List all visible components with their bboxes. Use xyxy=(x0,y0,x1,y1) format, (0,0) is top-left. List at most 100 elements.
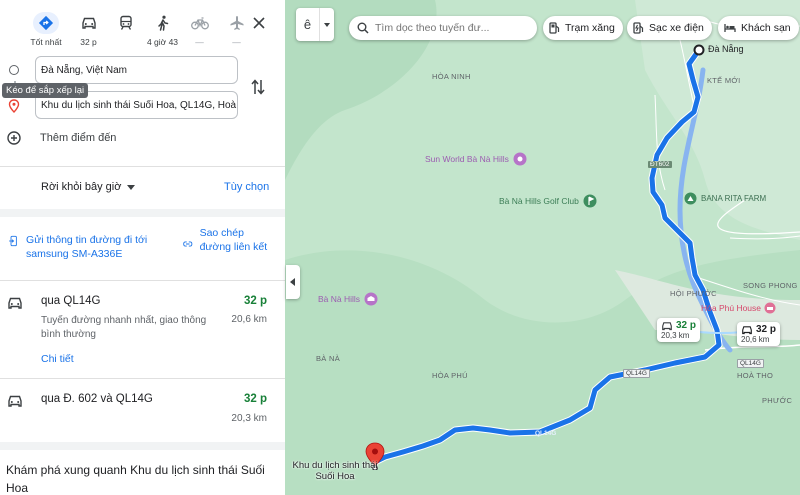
poi-label: Sun World Bà Nà Hills xyxy=(425,154,509,164)
poi-golf[interactable]: Bà Nà Hills Golf Club xyxy=(499,194,597,208)
map-label: HÒA NINH xyxy=(432,72,471,81)
swap-icon[interactable] xyxy=(250,78,266,96)
car-icon xyxy=(70,12,107,34)
callout-distance: 20,3 km xyxy=(661,331,690,340)
walk-icon xyxy=(144,12,181,34)
mode-label: — xyxy=(232,37,241,47)
route-search-box[interactable] xyxy=(349,16,537,40)
route-search-input[interactable] xyxy=(375,22,525,34)
map-label: HỘI PHƯỚC xyxy=(670,289,717,298)
road-badge: ĐT602 xyxy=(648,161,672,168)
layer-control[interactable]: ê xyxy=(296,8,334,41)
divider xyxy=(0,166,285,167)
drag-tooltip: Kéo để sắp xếp lại xyxy=(2,83,89,98)
car-icon xyxy=(662,321,672,330)
send-to-phone-label: Gửi thông tin đường đi tới samsung SM-A3… xyxy=(26,234,148,260)
map-terrain xyxy=(285,0,800,495)
attraction-icon xyxy=(513,152,527,166)
options-button[interactable]: Tùy chọn xyxy=(224,181,269,193)
add-circle-icon xyxy=(7,131,21,145)
caret-down-icon xyxy=(320,8,334,41)
directions-panel: Tốt nhất 32 p 4 giờ 43 — — Đà Nẵng, Việt… xyxy=(0,0,285,495)
layer-label: ê xyxy=(296,8,320,41)
route-name: qua Đ. 602 và QL14G xyxy=(41,393,153,405)
close-icon[interactable] xyxy=(250,14,268,32)
chip-label: Sạc xe điện xyxy=(649,22,704,34)
explore-nearby-heading: Khám phá xung quanh Khu du lịch sinh thá… xyxy=(6,463,265,495)
chip-label: Trạm xăng xyxy=(565,22,615,34)
poi-label: Bà Nà Hills Golf Club xyxy=(499,196,579,206)
map-label: HÒA PHÚ xyxy=(432,371,468,380)
poi-banahills[interactable]: Bà Nà Hills xyxy=(318,292,378,306)
road-badge: QL14G xyxy=(623,369,650,378)
car-icon xyxy=(742,325,752,334)
chevron-left-icon xyxy=(290,278,295,286)
origin-map-label: Đà Nẵng xyxy=(708,44,744,54)
mode-best[interactable]: Tốt nhất xyxy=(22,12,70,48)
hotel-icon xyxy=(724,23,736,33)
route-callout-alt[interactable]: 32 p 20,3 km xyxy=(657,318,701,342)
mode-bike[interactable]: — xyxy=(181,12,218,48)
route-description: Tuyến đường nhanh nhất, giao thông bình … xyxy=(41,315,207,340)
poi-sunworld[interactable]: Sun World Bà Nà Hills xyxy=(425,152,527,166)
mode-label xyxy=(107,37,144,48)
caret-down-icon xyxy=(127,184,136,190)
route-option-1[interactable]: qua QL14G 32 p Tuyến đường nhanh nhất, g… xyxy=(0,281,285,377)
mode-label: Tốt nhất xyxy=(30,37,62,47)
transit-icon xyxy=(107,12,144,34)
section-divider xyxy=(0,209,285,217)
bike-icon xyxy=(181,12,218,34)
route-name: qua QL14G xyxy=(41,295,101,307)
mode-label: 4 giờ 43 xyxy=(146,37,179,47)
road-badge: QL14G xyxy=(535,430,557,437)
route-distance: 20,3 km xyxy=(231,413,267,424)
route-callout-main[interactable]: 32 p 20,6 km xyxy=(737,322,781,346)
add-destination-label: Thêm điểm đến xyxy=(40,132,117,144)
travel-mode-bar: Tốt nhất 32 p 4 giờ 43 — — xyxy=(22,12,255,48)
origin-marker-icon xyxy=(693,44,705,56)
depart-time-dropdown[interactable]: Rời khỏi bây giờ xyxy=(41,181,136,193)
destination-map-label: Khu du lịch sinh thái Suối Hoa xyxy=(292,460,378,482)
map-label: PHƯỚC xyxy=(762,396,793,405)
poi-label: BANA RITA FARM xyxy=(701,194,767,203)
map-canvas[interactable]: HÒA NINH BÀ NÀ HÒA PHÚ HOÀ THO PHƯỚC SON… xyxy=(285,0,800,495)
car-icon xyxy=(8,297,22,309)
origin-dot-icon xyxy=(9,65,19,75)
route-duration: 32 p xyxy=(243,295,267,307)
gas-station-icon xyxy=(549,22,560,34)
hotel-icon xyxy=(764,302,776,314)
mode-label: — xyxy=(195,37,204,47)
origin-input[interactable]: Đà Nẵng, Việt Nam xyxy=(35,56,238,84)
send-to-phone-button[interactable]: Gửi thông tin đường đi tới samsung SM-A3… xyxy=(9,233,174,261)
map-label: KTẾ MỚI xyxy=(707,76,741,85)
link-icon xyxy=(183,241,193,247)
poi-hoaphu-house[interactable]: Hòa Phú House xyxy=(701,302,776,314)
callout-duration: 32 p xyxy=(756,324,777,335)
route-duration: 32 p xyxy=(243,393,267,405)
depart-label: Rời khỏi bây giờ xyxy=(41,181,122,193)
callout-duration: 32 p xyxy=(676,320,697,331)
chip-ev-charging[interactable]: Sạc xe điện xyxy=(627,16,712,40)
poi-rita[interactable]: BANA RITA FARM xyxy=(684,192,766,205)
farm-icon xyxy=(684,192,697,205)
mode-walk[interactable]: 4 giờ 43 xyxy=(144,12,181,48)
map-label: SONG PHONG xyxy=(743,281,798,290)
directions-icon xyxy=(33,12,59,34)
poi-label: Hòa Phú House xyxy=(701,303,762,313)
copy-link-label: Sao chép đường liên kết xyxy=(199,227,268,253)
copy-link-button[interactable]: Sao chép đường liên kết xyxy=(183,226,278,254)
chip-label: Khách sạn xyxy=(741,22,791,34)
mode-transit[interactable] xyxy=(107,12,144,48)
route-details-link[interactable]: Chi tiết xyxy=(41,353,74,365)
route-distance: 20,6 km xyxy=(231,314,267,325)
collapse-panel-button[interactable] xyxy=(286,265,300,299)
chip-gas-station[interactable]: Trạm xăng xyxy=(543,16,623,40)
route-option-2[interactable]: qua Đ. 602 và QL14G 32 p 20,3 km xyxy=(0,379,285,439)
car-icon xyxy=(8,395,22,407)
add-destination-button[interactable]: Thêm điểm đến xyxy=(7,131,116,145)
search-icon xyxy=(357,22,369,34)
send-to-phone-icon xyxy=(9,235,17,247)
destination-pin-icon xyxy=(8,99,20,113)
chip-hotel[interactable]: Khách sạn xyxy=(718,16,799,40)
mode-car[interactable]: 32 p xyxy=(70,12,107,48)
